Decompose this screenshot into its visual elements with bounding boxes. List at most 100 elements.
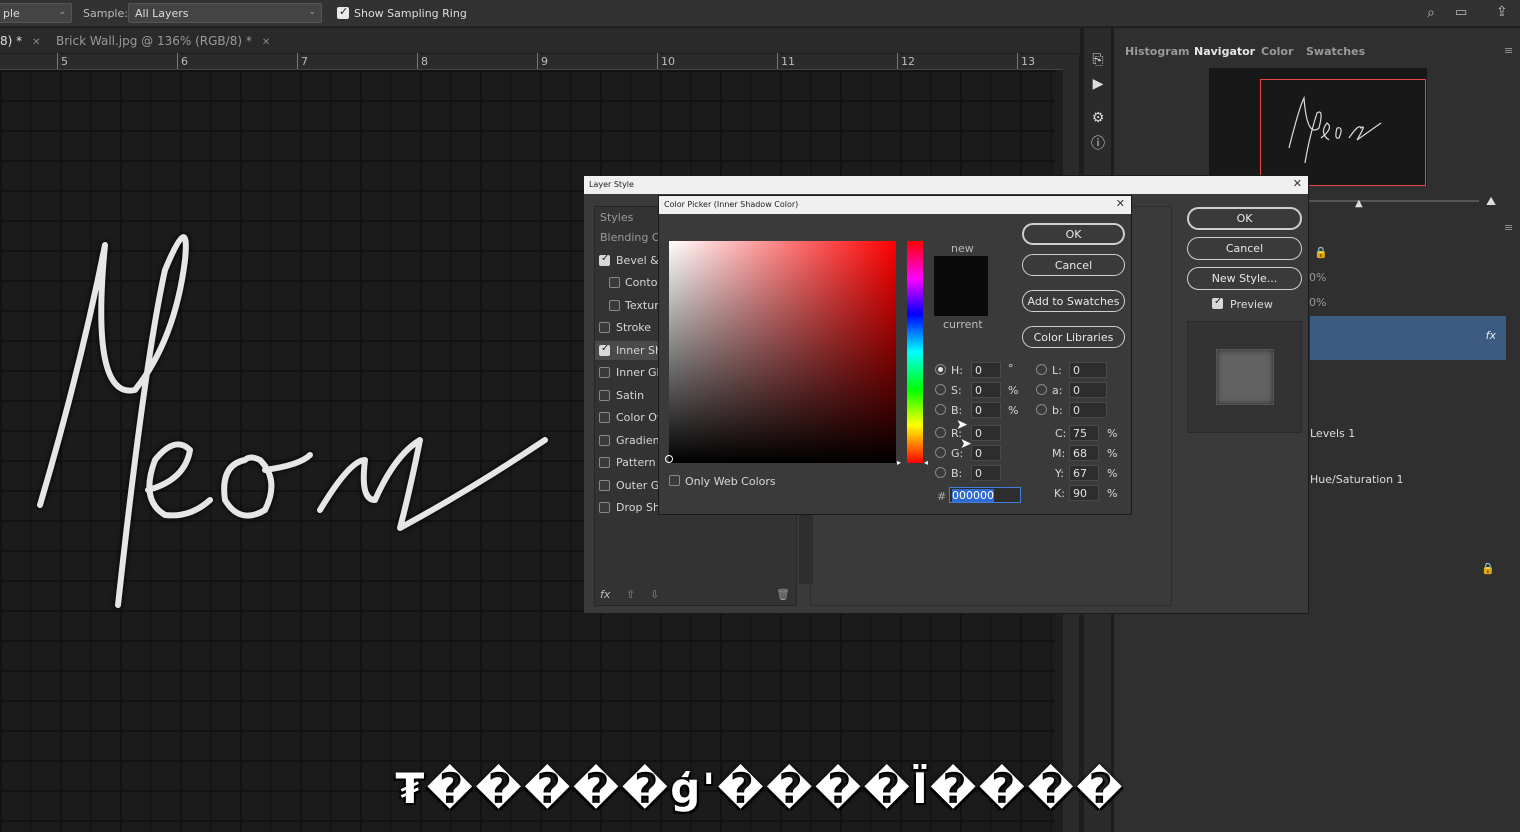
red-radio[interactable]	[935, 427, 946, 438]
close-icon[interactable]: ✕	[262, 37, 270, 48]
current-color-swatch[interactable]	[934, 286, 988, 316]
play-icon[interactable]: ▶	[1090, 76, 1106, 92]
info-icon[interactable]: ⓘ	[1090, 136, 1106, 152]
close-icon[interactable]: ✕	[1293, 177, 1302, 190]
style-item-checkbox[interactable]	[599, 367, 610, 378]
saturation-input[interactable]: 0	[971, 382, 1001, 398]
tab-histogram[interactable]: Histogram	[1125, 45, 1190, 58]
panel-menu-icon[interactable]: ≡	[1504, 221, 1513, 234]
style-item[interactable]: Gradient	[595, 431, 664, 450]
style-item-checkbox[interactable]	[599, 389, 610, 401]
fx-icon[interactable]: fx	[1486, 329, 1496, 342]
zoom-slider-handle[interactable]: ▲	[1355, 198, 1363, 209]
selected-layer-row[interactable]: fx	[1310, 316, 1506, 360]
hue-slider-right-arrow[interactable]: ◂	[924, 458, 928, 467]
lightness-radio[interactable]	[1036, 364, 1047, 375]
style-item[interactable]: Contou	[595, 273, 664, 292]
style-item-checkbox[interactable]	[599, 479, 610, 491]
black-input[interactable]: 90	[1069, 485, 1099, 501]
hue-slider-left-arrow[interactable]: ▸	[897, 458, 901, 467]
style-item[interactable]: Inner Glo	[595, 363, 666, 382]
layer-levels-1[interactable]: Levels 1	[1310, 427, 1355, 440]
red-input[interactable]: 0	[971, 425, 1001, 441]
navigator-view-box[interactable]	[1260, 79, 1426, 186]
style-item-checkbox[interactable]	[599, 457, 610, 468]
close-icon[interactable]: ✕	[1116, 197, 1125, 210]
blue-input[interactable]: 0	[971, 465, 1001, 481]
history-icon[interactable]: ⎘	[1090, 52, 1106, 68]
style-item-checkbox[interactable]	[599, 343, 610, 356]
style-item[interactable]: Stroke	[595, 318, 659, 337]
style-item-checkbox[interactable]	[599, 434, 610, 446]
style-item[interactable]: Satin	[595, 386, 659, 405]
b-channel-input[interactable]: 0	[1069, 402, 1107, 418]
style-item-checkbox[interactable]	[609, 277, 620, 288]
layer-hue-saturation-1[interactable]: Hue/Saturation 1	[1310, 473, 1404, 486]
new-style-button[interactable]: New Style...	[1187, 267, 1302, 290]
style-item-checkbox[interactable]	[599, 253, 610, 266]
style-item[interactable]: Texture	[595, 296, 665, 315]
zoom-slider[interactable]	[1309, 200, 1479, 202]
show-sampling-ring-checkbox[interactable]	[337, 5, 349, 19]
preview-checkbox[interactable]	[1212, 296, 1223, 309]
adjustments-icon[interactable]: ⚙	[1090, 110, 1106, 126]
add-to-swatches-button[interactable]: Add to Swatches	[1022, 290, 1125, 312]
style-item[interactable]: Bevel & E	[595, 251, 669, 270]
style-item[interactable]: Blending Opt	[595, 228, 672, 247]
ok-button[interactable]: OK	[1187, 207, 1302, 230]
magenta-input[interactable]: 68	[1069, 445, 1099, 461]
only-web-colors-checkbox[interactable]	[669, 475, 680, 486]
style-item-label: Stroke	[616, 321, 652, 334]
search-icon[interactable]: ⌕	[1427, 5, 1435, 21]
style-item-checkbox[interactable]	[599, 412, 610, 423]
trash-icon[interactable]: 🗑	[776, 588, 790, 601]
ruler-number: 9	[541, 55, 548, 68]
doc-tab-2[interactable]: Brick Wall.jpg @ 136% (RGB/8) * ✕	[48, 28, 278, 53]
brightness-input[interactable]: 0	[971, 402, 1001, 418]
close-icon[interactable]: ✕	[32, 37, 40, 48]
hue-input[interactable]: 0	[971, 362, 1001, 378]
style-item-checkbox[interactable]	[609, 299, 620, 311]
saturation-radio[interactable]	[935, 384, 946, 395]
style-item[interactable]: Drop Sha....	[595, 498, 681, 517]
move-down-icon[interactable]: ⇩	[650, 588, 659, 601]
blue-radio[interactable]	[935, 467, 946, 478]
zoom-in-icon[interactable]: ⛰	[1486, 194, 1496, 209]
cancel-button[interactable]: Cancel	[1022, 254, 1125, 276]
hex-input[interactable]: 000000	[949, 487, 1021, 503]
color-field[interactable]	[665, 241, 896, 463]
style-item[interactable]: Pattern C	[595, 453, 667, 472]
brightness-radio[interactable]	[935, 404, 946, 415]
doc-tab-1[interactable]: 8) * ✕	[0, 28, 49, 53]
a-channel-radio[interactable]	[1036, 384, 1047, 395]
style-item[interactable]: Inner Sha	[595, 340, 669, 360]
lock-transparent-icon[interactable]: 🔒	[1314, 246, 1328, 259]
tab-swatches[interactable]: Swatches	[1306, 45, 1365, 58]
cancel-button[interactable]: Cancel	[1187, 237, 1302, 260]
lightness-input[interactable]: 0	[1069, 362, 1107, 378]
style-item[interactable]: Outer Glo	[595, 476, 669, 495]
style-item[interactable]: Color Ove	[595, 408, 670, 427]
a-channel-input[interactable]: 0	[1069, 382, 1107, 398]
fx-icon[interactable]: fx	[600, 588, 610, 601]
hue-radio[interactable]	[935, 364, 946, 375]
yellow-input[interactable]: 67	[1069, 465, 1099, 481]
tab-color[interactable]: Color	[1261, 45, 1293, 58]
b-channel-radio[interactable]	[1036, 404, 1047, 415]
color-field-marker[interactable]	[665, 455, 673, 463]
ok-button[interactable]: OK	[1022, 223, 1125, 245]
green-radio[interactable]	[935, 447, 946, 458]
share-icon[interactable]: ⇪	[1496, 4, 1508, 20]
sample-size-dropdown[interactable]: ple ⌄	[0, 3, 72, 23]
sample-dropdown[interactable]: All Layers ⌄	[128, 3, 322, 23]
style-item-checkbox[interactable]	[599, 502, 610, 513]
workspace-icon[interactable]: ▭	[1455, 5, 1467, 20]
panel-menu-icon[interactable]: ≡	[1504, 44, 1513, 57]
move-up-icon[interactable]: ⇧	[626, 588, 635, 601]
style-item-checkbox[interactable]	[599, 322, 610, 333]
green-input[interactable]: 0	[971, 445, 1001, 461]
tab-navigator[interactable]: Navigator	[1194, 45, 1255, 58]
color-libraries-button[interactable]: Color Libraries	[1022, 326, 1125, 348]
cyan-input[interactable]: 75	[1069, 425, 1099, 441]
hue-slider[interactable]	[907, 241, 923, 463]
